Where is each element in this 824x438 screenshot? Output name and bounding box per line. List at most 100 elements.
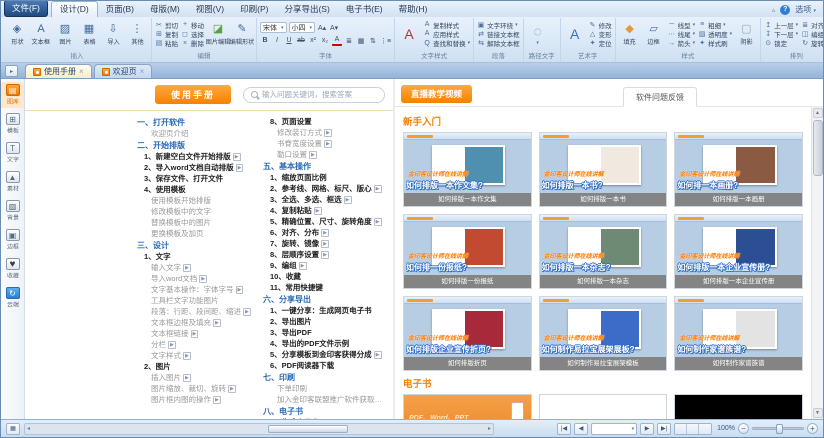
toc-item[interactable]: 输入文字 — [137, 262, 259, 273]
toc-item[interactable]: 段落：行距、段间距、缩进 — [137, 306, 259, 317]
close-icon[interactable]: × — [79, 68, 84, 76]
video-card[interactable]: 金印客设计师在线讲解如何排一本画册?如何排版一本画册 — [674, 132, 803, 207]
ribbon-button[interactable]: A复制样式 — [423, 20, 470, 29]
ribbon-button[interactable]: ◪图片编辑 — [207, 19, 229, 49]
toc-item[interactable]: 10、收藏 — [263, 271, 385, 282]
font-size-select[interactable]: 小四▾ — [289, 22, 316, 33]
sidebar-item-material[interactable]: ▲素材 — [1, 169, 24, 195]
underline-button[interactable]: U — [284, 36, 294, 46]
ribbon-button[interactable]: ↻旋转▾ — [801, 39, 823, 48]
video-card[interactable]: 金印客设计师在线讲解如何排版一本书?如何排版一本书 — [539, 132, 668, 207]
zoom-slider-thumb[interactable] — [776, 424, 783, 434]
sidebar-item-background[interactable]: ▨背景 — [1, 198, 24, 224]
ribbon-button[interactable]: A — [398, 19, 420, 49]
toc-item[interactable]: 1、文字 — [137, 251, 259, 262]
ribbon-button[interactable]: ×删除 — [181, 39, 204, 48]
ribbon-button[interactable]: ⊙锁定 — [764, 39, 798, 48]
ribbon-button[interactable]: ◈形状 — [6, 19, 28, 49]
toc-item[interactable]: 书脊宽度设置 — [263, 138, 385, 149]
toc-item[interactable]: 6、对齐、分布 — [263, 227, 385, 238]
toc-heading[interactable]: 八、电子书 — [263, 406, 385, 417]
toc-item[interactable]: 7、旋转、镜像 — [263, 238, 385, 249]
video-card[interactable]: 金印客设计师在线讲解如何排版企业宣传折页?如何排版折页 — [403, 296, 532, 371]
zoom-in-button[interactable]: + — [807, 423, 818, 434]
toc-item[interactable]: 文本框链接 — [137, 328, 259, 339]
ribbon-button[interactable]: ◆填充 — [619, 19, 641, 49]
ribbon-button[interactable]: ✦样式刷 — [698, 39, 732, 48]
ribbon-button[interactable]: ≡粗细▾ — [698, 20, 732, 29]
ribbon-button[interactable]: ↧下一层▾ — [764, 29, 798, 38]
ribbon-button[interactable]: ⋮其他 — [126, 19, 148, 49]
toc-item[interactable]: 3、保存文件、打开文件 — [137, 173, 259, 184]
toc-item[interactable]: 4、使用模板 — [137, 184, 259, 195]
toc-item[interactable]: 11、常用快捷键 — [263, 282, 385, 293]
ribbon-button[interactable]: ▦表格 — [78, 19, 100, 49]
menu-tab[interactable]: 母版(M) — [142, 2, 188, 17]
ribbon-button[interactable]: ◌▾ — [527, 19, 549, 49]
vertical-scrollbar[interactable]: ▲ ▼ — [811, 107, 823, 419]
video-card[interactable]: 金印客设计师在线讲解如何制作家谱族谱?如何制作家谱族谱 — [674, 296, 803, 371]
menu-tab[interactable]: 视图(V) — [188, 2, 232, 17]
ribbon-button[interactable]: ✦定位 — [589, 39, 612, 48]
search-box[interactable] — [243, 87, 385, 103]
ribbon-button[interactable]: ▣文字环绕▾ — [477, 20, 520, 29]
ribbon-button[interactable]: ⇩导入 — [102, 19, 124, 49]
sidebar-item-frame[interactable]: ▣边框 — [1, 227, 24, 253]
menu-tab[interactable]: 页面(B) — [98, 2, 142, 17]
video-card[interactable]: 金印客设计师在线讲解如何排版一本作文集?如何排版一本作文集 — [403, 132, 532, 207]
font-color-button[interactable]: A — [332, 35, 342, 46]
toc-item[interactable]: 导入word文档 — [137, 273, 259, 284]
videos-title-button[interactable]: 直播教学视频 — [401, 85, 472, 103]
ribbon-button[interactable]: ⇄链接文本框 — [477, 29, 520, 38]
toc-item[interactable]: 工具栏文字功能图片 — [137, 295, 259, 306]
toc-item[interactable]: 下单印刷 — [263, 383, 385, 394]
toc-item[interactable]: 图片缩放、裁切、旋转 — [137, 383, 259, 394]
scrollbar-thumb[interactable] — [813, 120, 823, 176]
toc-item[interactable]: 3、导出PDF — [263, 327, 385, 338]
video-card[interactable]: 生成电子书之后怎么修改文字设置电子书设置 — [539, 394, 668, 419]
sidebar-item-favorite[interactable]: ♥收藏 — [1, 256, 24, 282]
toc-heading[interactable]: 三、设计 — [137, 240, 259, 251]
document-tab[interactable]: 欢迎页× — [94, 64, 153, 78]
toc-heading[interactable]: 七、印刷 — [263, 372, 385, 383]
toc-item[interactable]: 插入图片 — [137, 372, 259, 383]
toc-item[interactable]: 6、PDF阅读器下载 — [263, 360, 385, 371]
horizontal-scrollbar[interactable]: ◂ ▸ — [24, 423, 494, 435]
toc-item[interactable]: 图片框内图的操作 — [137, 394, 259, 405]
toc-item[interactable]: 5、分享模板到金印客获得分成 — [263, 349, 385, 360]
ribbon-button[interactable]: ⋯线尾▾ — [668, 29, 696, 38]
toc-item[interactable]: 修改模板中的文字 — [137, 206, 259, 217]
font-name-select[interactable]: 宋体▾ — [260, 22, 287, 33]
menu-tab[interactable]: 印刷(P) — [232, 2, 276, 17]
sidebar-item-gallery[interactable]: ▤图库 — [1, 82, 24, 108]
toc-item[interactable]: 2、参考线、网格、标尺、版心 — [263, 183, 385, 194]
document-tab[interactable]: 使用手册× — [25, 64, 92, 78]
pages-panel-button[interactable]: ▦ — [6, 423, 20, 435]
menu-tab[interactable]: 帮助(H) — [391, 2, 436, 17]
scroll-right-icon[interactable]: ▸ — [488, 425, 491, 432]
next-page-button[interactable]: ▶ — [640, 423, 654, 435]
ribbon-button[interactable]: ✎修改 — [589, 20, 612, 29]
bold-button[interactable]: B — [260, 36, 270, 46]
toc-item[interactable]: 更换模板及加页 — [137, 228, 259, 239]
video-thumbnail[interactable]: 金印客设计师在线讲解如何制作易拉宝展架展板? — [540, 297, 667, 357]
ribbon-button[interactable]: ▢阴影 — [735, 19, 757, 49]
ribbon-button[interactable]: ↥上一层▾ — [764, 20, 798, 29]
hscrollbar-thumb[interactable] — [268, 425, 348, 433]
toc-item[interactable]: 8、层顺序设置 — [263, 249, 385, 260]
toc-item[interactable]: 修改装订方式 — [263, 127, 385, 138]
superscript-button[interactable]: x² — [308, 36, 318, 46]
toc-heading[interactable]: 五、基本操作 — [263, 161, 385, 172]
toc-item[interactable]: 分栏 — [137, 339, 259, 350]
toc-item[interactable]: 3、全选、多选、框选 — [263, 194, 385, 205]
zoom-out-button[interactable]: − — [738, 423, 749, 434]
toc-item[interactable]: 2、图片 — [137, 361, 259, 372]
line-spacing-button[interactable]: ⇅ — [368, 36, 378, 46]
ribbon-button[interactable]: +移动 — [181, 20, 204, 29]
toc-heading[interactable]: 一、打开软件 — [137, 117, 259, 128]
ribbon-button[interactable]: A — [564, 19, 586, 49]
subscript-button[interactable]: x₂ — [320, 36, 330, 46]
menu-tab[interactable]: 分享导出(S) — [276, 2, 337, 17]
toc-heading[interactable]: 六、分享导出 — [263, 294, 385, 305]
video-thumbnail[interactable]: 生成电子书之后怎么修改文字设置 — [540, 395, 667, 419]
